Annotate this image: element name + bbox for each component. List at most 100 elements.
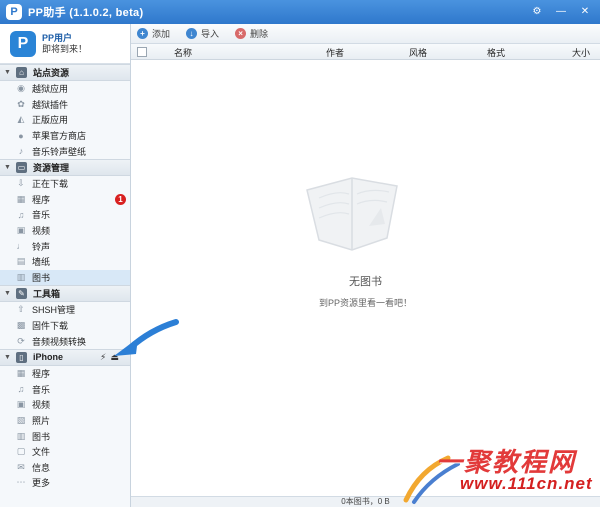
ringtone-icon: ♩	[16, 241, 26, 252]
sidebar-item-music-ringtones-wallpapers[interactable]: ♪ 音乐铃声壁纸	[0, 143, 130, 159]
avatar: P	[10, 30, 36, 57]
plugin-icon: ✿	[17, 98, 25, 109]
sidebar-item-shsh[interactable]: ⇧ SHSH管理	[0, 302, 130, 318]
app-icon: ◉	[17, 83, 25, 94]
sidebar-item-video[interactable]: ▣ 视频	[0, 223, 130, 239]
empty-book-icon	[306, 177, 398, 251]
column-author[interactable]: 作者	[326, 46, 344, 59]
window-controls: ⚙ — ✕	[526, 3, 596, 19]
sidebar-item-wallpapers[interactable]: ▤ 墙纸	[0, 254, 130, 270]
notification-badge: 1	[115, 193, 126, 205]
user-subtitle: 即将到来！	[42, 43, 88, 54]
program-icon: ▦	[16, 368, 26, 379]
download-icon: ⇩	[17, 178, 25, 189]
delete-button[interactable]: × 删除	[235, 27, 268, 40]
sidebar-item-iphone-files[interactable]: ▢ 文件	[0, 444, 130, 460]
music-icon: ♫	[17, 209, 25, 220]
sidebar-item-official-apps[interactable]: ◭ 正版应用	[0, 112, 130, 128]
column-style[interactable]: 风格	[409, 46, 427, 59]
sidebar-item-label: 程序	[32, 194, 51, 205]
group-label: 站点资源	[33, 68, 70, 78]
file-icon: ▢	[16, 446, 26, 457]
sidebar-item-label: 文件	[32, 447, 51, 458]
charging-icon: ⚡	[100, 351, 107, 362]
sidebar-item-label: 越狱插件	[32, 99, 69, 110]
import-label: 导入	[201, 29, 220, 39]
user-profile[interactable]: P PP用户 即将到来！	[0, 24, 130, 64]
minimize-button[interactable]: —	[550, 3, 572, 19]
sidebar-item-label: 音乐铃声壁纸	[32, 146, 87, 157]
import-button[interactable]: ↓ 导入	[186, 27, 219, 40]
collapse-arrow-icon[interactable]: ▼	[4, 354, 12, 361]
apple-icon: ●	[18, 130, 24, 141]
sidebar-item-label: 音频视频转换	[32, 336, 87, 347]
group-toolbox[interactable]: ▼ ✎ 工具箱	[0, 285, 130, 303]
collapse-arrow-icon[interactable]: ▼	[4, 164, 12, 171]
collapse-arrow-icon[interactable]: ▼	[4, 290, 12, 297]
sidebar-item-label: 图书	[32, 272, 51, 283]
table-header: 名称 作者 风格 格式 大小	[131, 44, 600, 60]
sidebar-item-jailbreak-apps[interactable]: ◉ 越狱应用	[0, 81, 130, 97]
music-icon: ♪	[18, 146, 24, 157]
iphone-icon: ▯	[16, 351, 27, 363]
watermark: 一聚教程网 www.111cn.net	[400, 440, 600, 507]
add-button[interactable]: + 添加	[137, 27, 170, 40]
column-name[interactable]: 名称	[174, 46, 192, 59]
book-list: 无图书 到PP资源里看一看吧！	[131, 60, 600, 496]
app-logo: P	[6, 4, 22, 20]
select-all-checkbox[interactable]	[137, 46, 147, 57]
annotation-arrow-icon	[114, 319, 179, 356]
appstore-icon: ◭	[17, 114, 25, 125]
watermark-url: www.111cn.net	[460, 474, 593, 493]
group-label: iPhone	[33, 352, 64, 363]
group-site-resources[interactable]: ▼ ⌂ 站点资源	[0, 64, 130, 81]
group-resource-management[interactable]: ▼ ▭ 资源管理	[0, 158, 130, 176]
sidebar-item-iphone-more[interactable]: ⋯ 更多	[0, 475, 130, 491]
sidebar-item-iphone-music[interactable]: ♫ 音乐	[0, 382, 130, 398]
import-icon: ↓	[186, 28, 198, 39]
group-label: 工具箱	[33, 289, 61, 300]
close-button[interactable]: ✕	[574, 3, 596, 19]
group-label: 资源管理	[33, 162, 70, 173]
sidebar-item-label: 正在下载	[32, 179, 69, 190]
collapse-arrow-icon[interactable]: ▼	[4, 69, 12, 76]
program-icon: ▦	[16, 193, 26, 204]
sidebar: P PP用户 即将到来！ ▼ ⌂ 站点资源 ◉ 越狱应用 ✿ 越狱插件 ◭ 正版…	[0, 24, 131, 507]
sidebar-item-iphone-books[interactable]: ▥ 图书	[0, 428, 130, 444]
sidebar-item-label: SHSH管理	[32, 305, 76, 316]
sidebar-item-iphone-video[interactable]: ▣ 视频	[0, 397, 130, 413]
sidebar-item-iphone-programs[interactable]: ▦ 程序	[0, 366, 130, 382]
monitor-icon: ▭	[16, 161, 27, 173]
empty-title: 无图书	[349, 276, 382, 288]
settings-button[interactable]: ⚙	[526, 3, 548, 19]
delete-icon: ×	[235, 28, 247, 39]
sidebar-item-label: 固件下载	[32, 321, 69, 332]
sidebar-item-label: 音乐	[32, 210, 51, 221]
sidebar-item-apple-store[interactable]: ● 苹果官方商店	[0, 128, 130, 144]
sidebar-item-iphone-messages[interactable]: ✉ 信息	[0, 459, 130, 475]
sidebar-item-label: 更多	[32, 478, 51, 489]
book-icon: ▥	[16, 271, 26, 282]
sidebar-item-label: 信息	[32, 462, 51, 473]
photo-icon: ▧	[16, 414, 26, 425]
message-icon: ✉	[17, 461, 25, 472]
window-title: PP助手 (1.1.0.2, beta)	[28, 7, 144, 19]
sidebar-item-label: 照片	[32, 415, 51, 426]
sidebar-item-label: 越狱应用	[32, 84, 69, 95]
empty-subtitle[interactable]: 到PP资源里看一看吧！	[131, 296, 600, 309]
sidebar-item-iphone-photos[interactable]: ▧ 照片	[0, 413, 130, 429]
music-icon: ♫	[17, 384, 25, 395]
sidebar-item-downloading[interactable]: ⇩ 正在下载	[0, 176, 130, 192]
sidebar-item-programs[interactable]: ▦ 程序 1	[0, 192, 130, 208]
column-format[interactable]: 格式	[487, 46, 505, 59]
title-bar: P PP助手 (1.1.0.2, beta) ⚙ — ✕	[0, 0, 600, 24]
sidebar-item-label: 图书	[32, 431, 51, 442]
sidebar-item-jailbreak-plugins[interactable]: ✿ 越狱插件	[0, 97, 130, 113]
more-icon: ⋯	[16, 477, 26, 488]
sidebar-item-label: 程序	[32, 369, 51, 380]
sidebar-item-ringtones[interactable]: ♩ 铃声	[0, 238, 130, 254]
column-size[interactable]: 大小	[572, 46, 590, 59]
sidebar-item-books[interactable]: ▥ 图书	[0, 269, 130, 286]
toolbar: + 添加 ↓ 导入 × 删除	[131, 24, 600, 44]
sidebar-item-music[interactable]: ♫ 音乐	[0, 207, 130, 223]
